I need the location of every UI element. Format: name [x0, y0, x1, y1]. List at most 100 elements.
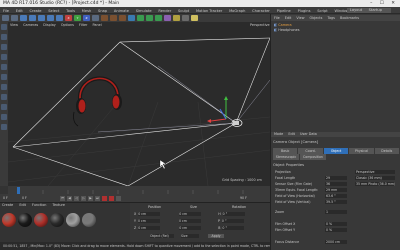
keyframe-selection-icon[interactable]	[116, 195, 121, 201]
recent-tools-icon[interactable]	[56, 15, 63, 21]
menu-create[interactable]: Create	[30, 9, 42, 13]
x-axis-icon[interactable]: X	[65, 15, 72, 21]
locked-workplane-icon[interactable]	[1, 124, 7, 130]
points-mode-icon[interactable]	[1, 64, 7, 70]
move-icon[interactable]	[29, 15, 36, 21]
menu-mesh[interactable]: Mesh	[82, 9, 91, 13]
redo-icon[interactable]	[11, 15, 18, 21]
menu-edit[interactable]: Edit	[16, 9, 23, 13]
menu-animate[interactable]: Animate	[114, 9, 129, 13]
viewport-menu-filter[interactable]: Filter	[79, 23, 87, 27]
z-axis-icon[interactable]: Z	[83, 15, 90, 21]
menu-sculpt[interactable]: Sculpt	[178, 9, 189, 13]
tweak-mode-icon[interactable]	[1, 104, 7, 110]
rotation-b-field[interactable]: 0 °	[222, 226, 245, 230]
am-menu-edit[interactable]: Edit	[288, 132, 295, 136]
am-menu-mode[interactable]: Mode	[274, 132, 283, 136]
material-swatch[interactable]	[66, 213, 80, 227]
viewport-menu-panel[interactable]: Panel	[93, 23, 102, 27]
tab-stereoscopic[interactable]: Stereoscopic	[273, 154, 299, 160]
position-x-field[interactable]: 0 cm	[138, 212, 161, 216]
mat-menu-create[interactable]: Create	[2, 203, 13, 207]
snap-icon[interactable]	[1, 114, 7, 120]
subdivision-surface-icon[interactable]	[146, 15, 153, 21]
material-swatch[interactable]	[82, 213, 96, 227]
layout-selector[interactable]: Layout Startup	[346, 8, 391, 13]
coord-size-select[interactable]: Size	[181, 234, 200, 238]
am-menu-user-data[interactable]: User Data	[300, 132, 317, 136]
render-picture-viewer-icon[interactable]	[110, 15, 117, 21]
live-selection-icon[interactable]	[20, 15, 27, 21]
om-menu-view[interactable]: View	[296, 16, 304, 20]
y-axis-icon[interactable]: Y	[74, 15, 81, 21]
film-offset-y-field[interactable]: 0 %	[325, 228, 347, 232]
playhead[interactable]	[17, 187, 20, 194]
position-y-field[interactable]: 0 cm	[137, 219, 160, 223]
texture-mode-icon[interactable]	[1, 44, 7, 50]
focal-length-field[interactable]: 29	[325, 176, 347, 180]
mat-menu-texture[interactable]: Texture	[53, 203, 65, 207]
timeline-end-field[interactable]: 90 F	[240, 196, 247, 200]
scale-icon[interactable]	[38, 15, 45, 21]
axis-mode-icon[interactable]	[1, 94, 7, 100]
viewport-menu-options[interactable]: Options	[61, 23, 74, 27]
menu-script[interactable]: Script	[317, 9, 327, 13]
make-editable-icon[interactable]	[1, 24, 7, 30]
play-icon[interactable]: ▷	[81, 195, 86, 201]
focus-distance-field[interactable]: 2000 cm	[325, 240, 347, 244]
size-z-field[interactable]: 0 cm	[179, 226, 202, 230]
headphones-model[interactable]	[73, 76, 123, 127]
next-key-icon[interactable]: ▶	[88, 195, 93, 201]
perspective-viewport[interactable]	[8, 22, 270, 186]
om-menu-file[interactable]: File	[274, 16, 280, 20]
menu-character[interactable]: Character	[252, 9, 270, 13]
edges-mode-icon[interactable]	[1, 74, 7, 80]
floor-icon[interactable]	[173, 15, 180, 21]
array-icon[interactable]	[155, 15, 162, 21]
mat-menu-function[interactable]: Function	[32, 203, 46, 207]
focal-length-preset[interactable]: Classic (36 mm)	[355, 176, 395, 180]
viewport-menu-display[interactable]: Display	[43, 23, 56, 27]
rotate-icon[interactable]	[47, 15, 54, 21]
menu-snap[interactable]: Snap	[98, 9, 107, 13]
undo-icon[interactable]	[2, 15, 9, 21]
menu-select[interactable]: Select	[48, 9, 59, 13]
apply-button[interactable]: Apply	[208, 234, 225, 238]
film-offset-x-field[interactable]: 0 %	[325, 222, 347, 226]
viewport-menu-cameras[interactable]: Cameras	[23, 23, 38, 27]
polygons-mode-icon[interactable]	[1, 84, 7, 90]
previous-key-icon[interactable]: ◀	[67, 195, 72, 201]
position-z-field[interactable]: 0 cm	[138, 226, 161, 230]
menu-motion-tracker[interactable]: Motion Tracker	[196, 9, 222, 13]
render-view-icon[interactable]	[101, 15, 108, 21]
rotation-h-field[interactable]: 0 °	[222, 212, 245, 216]
timeline-ruler[interactable]	[8, 186, 270, 194]
menu-file[interactable]: File	[3, 9, 9, 13]
material-swatch[interactable]	[18, 213, 32, 227]
size-y-field[interactable]: 0 cm	[178, 219, 201, 223]
material-swatch[interactable]	[2, 213, 16, 227]
tab-object[interactable]: Object	[323, 148, 349, 154]
size-x-field[interactable]: 0 cm	[179, 212, 202, 216]
workplane-icon[interactable]	[1, 54, 7, 60]
sensor-size-field[interactable]: 36	[325, 182, 347, 186]
tab-details[interactable]: Details	[374, 148, 400, 154]
model-mode-icon[interactable]	[1, 34, 7, 40]
mat-menu-edit[interactable]: Edit	[19, 203, 26, 207]
om-menu-tags[interactable]: Tags	[327, 16, 335, 20]
coordinate-system-icon[interactable]	[92, 15, 99, 21]
menu-mograph[interactable]: MoGraph	[229, 9, 245, 13]
material-swatch[interactable]	[34, 213, 48, 227]
sensor-size-preset[interactable]: 35 mm Photo (36.0 mm)	[355, 182, 395, 186]
autokey-icon[interactable]	[109, 195, 114, 201]
object-row-headphones[interactable]: ◧ Headphones	[271, 28, 400, 33]
tab-physical[interactable]: Physical	[349, 148, 374, 154]
timeline-current-field[interactable]: 0 F	[22, 196, 27, 200]
material-swatch[interactable]	[50, 213, 64, 227]
fov-vertical-field[interactable]: 39.5 °	[325, 200, 347, 204]
om-menu-bookmarks[interactable]: Bookmarks	[340, 16, 359, 20]
deformer-icon[interactable]	[164, 15, 171, 21]
rotation-p-field[interactable]: 0 °	[221, 219, 244, 223]
window-controls[interactable]: – ☐ ✕	[370, 0, 398, 7]
menu-tools[interactable]: Tools	[66, 9, 75, 13]
